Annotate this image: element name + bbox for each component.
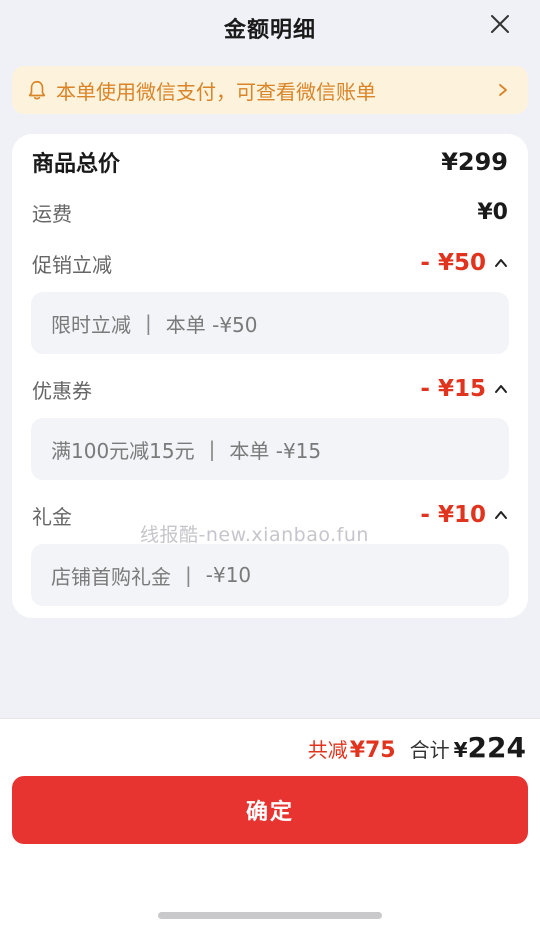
promotion-value: - ¥50 <box>420 250 486 276</box>
total-value: 224 <box>467 731 526 764</box>
notice-text: 本单使用微信支付，可查看微信账单 <box>56 79 376 104</box>
gift-detail-value: -¥10 <box>205 563 252 587</box>
chevron-up-icon[interactable] <box>494 508 508 522</box>
promotion-label: 促销立减 <box>32 252 112 277</box>
shipping-row: 运费 ¥0 <box>32 196 508 228</box>
coupon-detail-name: 满100元减15元 <box>51 438 195 463</box>
promotion-detail-name: 限时立减 <box>51 312 131 337</box>
saved-label: 共减 <box>307 738 348 762</box>
coupon-detail-value: 本单 -¥15 <box>229 438 322 463</box>
goods-total-value: ¥299 <box>441 148 508 176</box>
coupon-label: 优惠券 <box>32 378 92 403</box>
promotion-discount: - ¥50 <box>420 250 508 276</box>
gift-detail: 店铺首购礼金 | -¥10 <box>31 544 509 606</box>
confirm-button[interactable]: 确定 <box>12 776 528 844</box>
gift-discount: - ¥10 <box>420 502 508 528</box>
wechat-bill-notice[interactable]: 本单使用微信支付，可查看微信账单 <box>12 66 528 114</box>
coupon-detail: 满100元减15元 | 本单 -¥15 <box>31 418 509 480</box>
shipping-label: 运费 <box>32 201 72 226</box>
coupon-value: - ¥15 <box>420 376 486 402</box>
page-title: 金额明细 <box>223 18 316 43</box>
promotion-row[interactable]: 促销立减 - ¥50 <box>32 247 508 279</box>
price-summary: 共减 ¥75 合计 ¥ 224 <box>308 731 526 764</box>
close-icon[interactable] <box>488 12 512 36</box>
goods-total-label: 商品总价 <box>32 152 121 177</box>
chevron-right-icon <box>499 84 507 96</box>
shipping-value: ¥0 <box>477 199 508 225</box>
gift-label: 礼金 <box>32 504 72 529</box>
header: 金额明细 <box>0 0 540 56</box>
chevron-up-icon[interactable] <box>494 382 508 396</box>
promotion-detail: 限时立减 | 本单 -¥50 <box>31 292 509 354</box>
total-currency: ¥ <box>453 738 468 762</box>
watermark: 线报酷-new.xianbao.fun <box>140 524 369 546</box>
bell-icon <box>28 80 46 100</box>
gift-detail-name: 店铺首购礼金 <box>51 564 171 589</box>
home-indicator <box>158 912 382 919</box>
saved-value: ¥75 <box>349 738 396 763</box>
gift-value: - ¥10 <box>420 502 486 528</box>
detail-separator: | <box>208 437 216 461</box>
detail-separator: | <box>145 311 152 335</box>
coupon-discount: - ¥15 <box>420 376 508 402</box>
chevron-up-icon[interactable] <box>494 256 508 270</box>
footer-bar: 共减 ¥75 合计 ¥ 224 确定 <box>0 718 540 929</box>
promotion-detail-value: 本单 -¥50 <box>165 312 258 337</box>
detail-separator: | <box>185 563 192 587</box>
total-label: 合计 <box>409 738 450 762</box>
coupon-row[interactable]: 优惠券 - ¥15 <box>32 373 508 405</box>
goods-total-row: 商品总价 ¥299 <box>32 146 508 178</box>
